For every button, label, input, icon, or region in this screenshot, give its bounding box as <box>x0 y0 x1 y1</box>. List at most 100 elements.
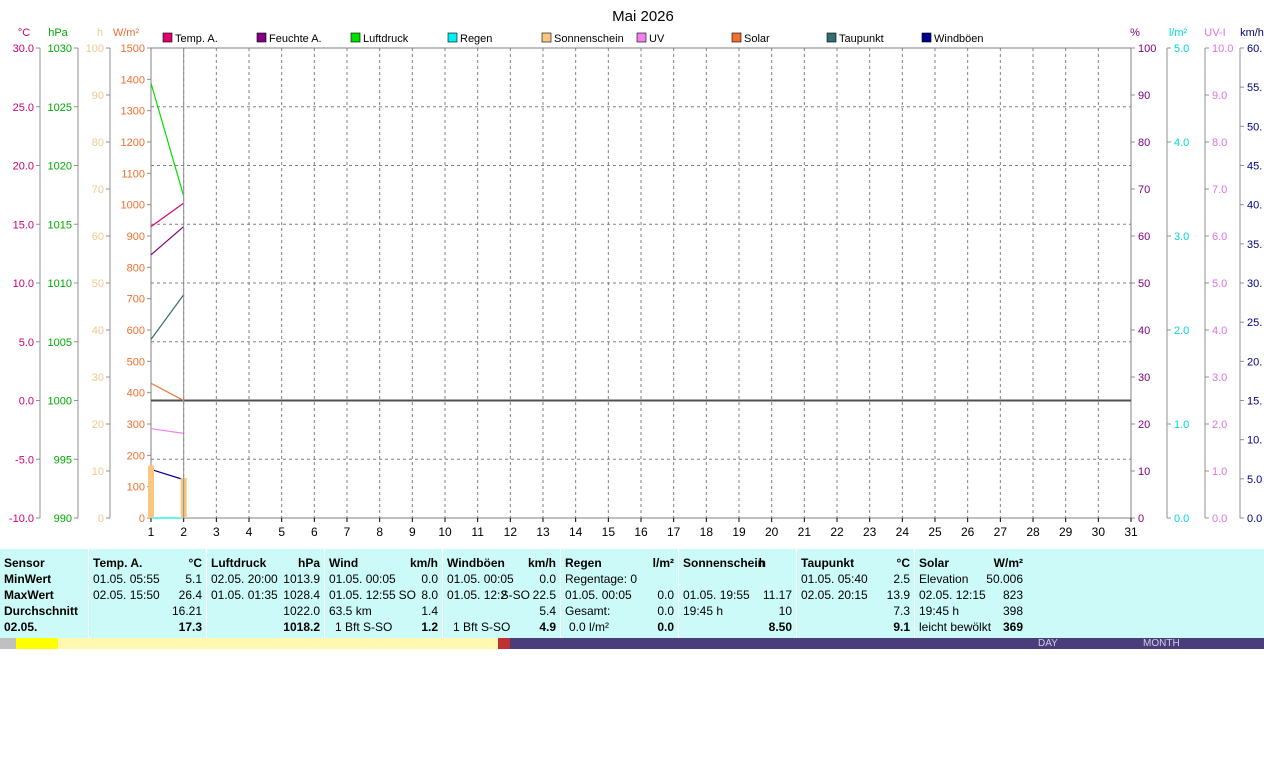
hours-axis-tick-label: 50 <box>92 278 104 290</box>
legend-item: Windböen <box>921 32 984 45</box>
legend-swatch <box>162 32 173 43</box>
pressure-day-value: 1018.2 <box>283 620 320 634</box>
rain-max-date: 01.05. 00:05 <box>565 588 632 602</box>
dewpoint-header: Taupunkt <box>801 556 855 570</box>
rain-axis-tick-label: 3.0 <box>1174 231 1189 243</box>
grid-layer: 1 2 3 4 5 6 7 8 9 10 11 12 13 14 15 16 17 18 19 20 21 22 23 24 2… <box>148 47 1138 539</box>
solar-axis-unit: W/m² <box>113 27 140 39</box>
uv-axis-tick-label: 1.0 <box>1212 466 1227 478</box>
hours-axis-tick-label: 10 <box>92 466 104 478</box>
solar-header: Solar <box>919 556 950 570</box>
solar-max-date: 02.05. 12:15 <box>919 588 986 602</box>
legend-item: Feuchte A. <box>256 32 322 45</box>
pressure-header: Luftdruck <box>211 556 267 570</box>
solar-axis-tick-label: 1100 <box>121 168 145 180</box>
wind-day-beaufort: 1 Bft S-SO <box>335 620 393 634</box>
x-tick-label: 9 <box>409 525 416 539</box>
wind-axis-tick-label: 30. <box>1247 278 1262 290</box>
solar-axis-tick-label: 300 <box>127 419 145 431</box>
temp-avg-value: 16.21 <box>171 604 202 618</box>
solar-axis-tick-label: 1400 <box>121 74 145 86</box>
solar-axis-tick-label: 800 <box>127 262 145 274</box>
hours-axis-tick-label: 70 <box>92 184 104 196</box>
weather-chart: Mai 2026 °C30.025.020.015.010.05.00.0-5.… <box>9 8 1264 539</box>
solar-daylength: 19:45 h <box>919 604 960 618</box>
x-tick-label: 20 <box>765 525 779 539</box>
dewpoint-avg-value: 7.3 <box>893 604 910 618</box>
celsius-axis-tick-label: 10.0 <box>13 278 34 290</box>
solar-unit: W/m² <box>993 556 1023 570</box>
wind-axis-tick-label: 25. <box>1247 317 1262 329</box>
wind-distance: 63.5 km <box>329 604 372 618</box>
gusts-column: Windböen km/h 01.05. 00:05 0.0 01.05. 12:2… <box>443 549 560 638</box>
celsius-axis-tick-label: 30.0 <box>13 43 34 55</box>
hours-axis-tick-label: 0 <box>98 513 104 525</box>
legend-swatch <box>921 32 932 43</box>
hpa-axis-unit: hPa <box>48 27 68 39</box>
celsius-axis-tick-label: -5.0 <box>15 454 34 466</box>
gusts-day-beaufort: 1 Bft S-SO <box>453 620 511 634</box>
wind-axis-tick-label: 50. <box>1247 121 1262 133</box>
sunshine-max-value: 11.17 <box>762 588 792 602</box>
x-tick-label: 6 <box>311 525 318 539</box>
hpa-axis-tick-label: 1015 <box>48 219 72 231</box>
hpa-axis-tick-label: 1010 <box>48 278 72 290</box>
x-tick-label: 5 <box>278 525 285 539</box>
wind-axis-tick-label: 10. <box>1247 435 1262 447</box>
temp-max-date: 02.05. 15:50 <box>93 588 160 602</box>
pressure-avg-value: 1022.0 <box>283 604 320 618</box>
legend-item: Regen <box>447 32 492 45</box>
rain-column: Regen l/m² Regentage: 0 01.05. 00:05 0.0 G… <box>561 549 678 638</box>
luftdruck-line <box>150 83 185 197</box>
celsius-axis-tick-label: 20.0 <box>13 161 34 173</box>
rain-total-label: Gesamt: <box>565 604 611 618</box>
legend-swatch <box>826 32 837 43</box>
durchschnitt-label: Durchschnitt <box>4 604 79 618</box>
solar-axis-tick-label: 0 <box>139 513 145 525</box>
uv-axis-tick-label: 10.0 <box>1212 43 1233 55</box>
legend-label: Luftdruck <box>363 33 409 45</box>
wind-min-date: 01.05. 00:05 <box>329 572 396 586</box>
temp-unit: °C <box>188 556 202 570</box>
pressure-max-date: 01.05. 01:35 <box>211 588 278 602</box>
hours-axis-tick-label: 90 <box>92 90 104 102</box>
solar-max-value: 823 <box>1002 588 1023 602</box>
sunshine-header: Sonnenschein <box>683 556 766 570</box>
x-tick-label: 17 <box>667 525 681 539</box>
sunshine-day-value: 8.50 <box>768 620 792 634</box>
pressure-min-value: 1013.9 <box>283 572 320 586</box>
temp-day-value: 17.3 <box>178 620 202 634</box>
legend-swatch <box>731 32 742 43</box>
celsius-axis-unit: °C <box>18 27 30 39</box>
solar-axis-tick-label: 1200 <box>121 137 145 149</box>
celsius-axis-tick-label: -10.0 <box>9 513 34 525</box>
rain-day-text: 0.0 l/m² <box>569 620 610 634</box>
dewpoint-day-value: 9.1 <box>893 620 910 634</box>
solar-axis-tick-label: 600 <box>127 325 145 337</box>
rain-max-value: 0.0 <box>657 588 674 602</box>
dewpoint-min-value: 2.5 <box>893 572 910 586</box>
legend-swatch <box>350 32 361 43</box>
legend-label: Feuchte A. <box>269 33 322 45</box>
hours-axis-tick-label: 80 <box>92 137 104 149</box>
temp-column: Temp. A. °C 01.05. 05:55 5.1 02.05. 15:50 2… <box>89 549 206 638</box>
hpa-axis-tick-label: 1005 <box>48 337 72 349</box>
legend-item: Taupunkt <box>826 32 884 45</box>
uv-axis-unit: UV-I <box>1204 27 1225 39</box>
rain-axis-tick-label: 1.0 <box>1174 419 1189 431</box>
x-tick-label: 8 <box>376 525 383 539</box>
x-tick-label: 19 <box>732 525 746 539</box>
humidity-axis-tick-label: 40 <box>1138 325 1150 337</box>
hpa-axis-tick-label: 995 <box>54 454 72 466</box>
legend-label: Windböen <box>934 33 984 45</box>
wind-max-value: 8.0 <box>421 588 438 602</box>
humidity-axis-tick-label: 20 <box>1138 419 1150 431</box>
taupunkt-line <box>150 294 185 340</box>
uv-axis-tick-label: 5.0 <box>1212 278 1227 290</box>
rain-header: Regen <box>565 556 602 570</box>
rain-axis-tick-label: 0.0 <box>1174 513 1189 525</box>
uv-axis-tick-label: 0.0 <box>1212 513 1227 525</box>
legend-item: Solar <box>731 32 770 45</box>
x-tick-label: 31 <box>1124 525 1138 539</box>
x-tick-label: 15 <box>602 525 616 539</box>
